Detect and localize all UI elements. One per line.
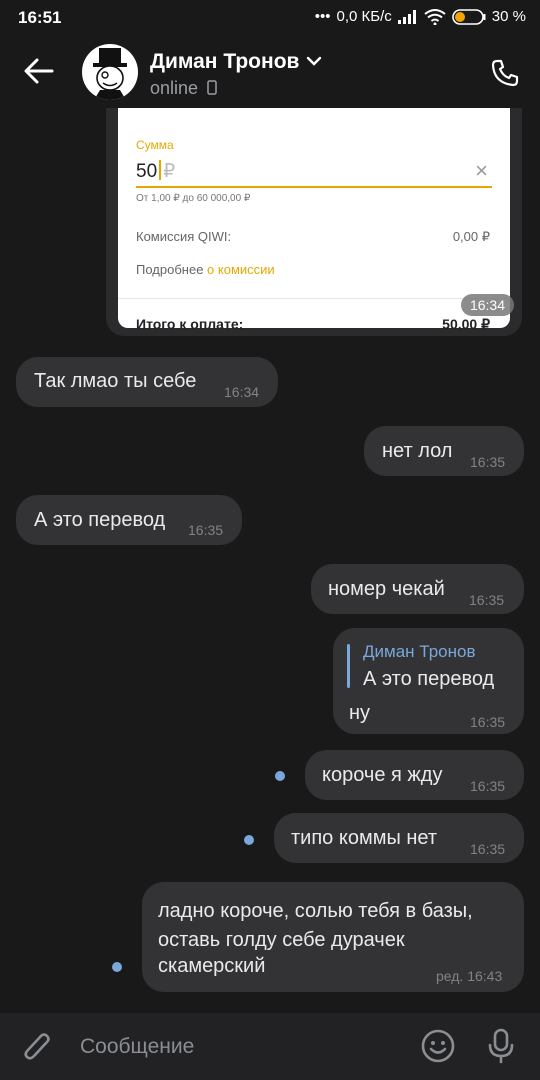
message-bubble-outgoing[interactable]: номер чекай 16:35 xyxy=(311,564,524,614)
message-input[interactable]: Сообщение xyxy=(80,1035,194,1059)
message-text: типо коммы нет xyxy=(291,827,438,849)
reply-quote: А это перевод xyxy=(363,668,495,690)
total-value: 50,00 ₽ xyxy=(442,316,490,332)
emoji-icon[interactable] xyxy=(420,1028,456,1064)
chat-title[interactable]: Диман Тронов xyxy=(150,50,299,74)
message-bubble-outgoing[interactable]: нет лол 16:35 xyxy=(364,426,524,476)
text-cursor xyxy=(159,160,162,180)
chat-header: Диман Тронов online xyxy=(0,36,540,108)
message-text: номер чекай xyxy=(328,578,445,600)
network-speed: 0,0 КБ/с xyxy=(336,8,392,25)
fee-label: Комиссия QIWI: xyxy=(136,229,232,244)
message-composer: Сообщение xyxy=(0,1013,540,1080)
image-message[interactable]: Сумма 50 ₽ × От 1,00 ₽ до 60 000,00 ₽ Ком… xyxy=(106,108,522,336)
phone-call-icon[interactable] xyxy=(490,58,520,88)
status-bar: 16:51 ••• 0,0 КБ/с 30 % xyxy=(0,0,540,36)
message-bubble-outgoing[interactable]: ладно короче, солью тебя в базы, оставь … xyxy=(142,882,524,992)
message-bubble-outgoing[interactable]: типо коммы нет 16:35 xyxy=(274,813,524,863)
amount-range: От 1,00 ₽ до 60 000,00 ₽ xyxy=(136,193,251,204)
unread-dot xyxy=(244,835,254,845)
message-text: нет лол xyxy=(382,440,453,462)
battery-icon xyxy=(451,8,486,25)
more-label: Подробнее xyxy=(136,262,204,277)
message-time: 16:35 xyxy=(188,522,224,538)
message-time: 16:35 xyxy=(470,454,506,470)
status-icons: ••• 0,0 КБ/с 30 % xyxy=(315,8,526,25)
message-bubble-incoming[interactable]: Так лмао ты себе 16:34 xyxy=(16,357,278,407)
mobile-icon xyxy=(207,80,217,95)
message-text: ну xyxy=(349,702,371,724)
battery-level: 30 % xyxy=(491,8,526,25)
message-text-line: оставь голду себе дурачек xyxy=(158,929,405,951)
status-time: 16:51 xyxy=(18,8,62,27)
message-text: Так лмао ты себе xyxy=(34,370,197,392)
message-time: 16:35 xyxy=(470,778,506,794)
total-label: Итого к оплате: xyxy=(136,316,244,332)
reply-author[interactable]: Диман Тронов xyxy=(363,642,475,662)
message-bubble-incoming[interactable]: А это перевод 16:35 xyxy=(16,495,242,545)
microphone-icon[interactable] xyxy=(486,1027,516,1065)
message-time: 16:35 xyxy=(470,841,506,857)
attach-icon[interactable] xyxy=(22,1029,54,1065)
amount-number: 50 xyxy=(136,161,158,182)
message-time: 16:35 xyxy=(469,592,505,608)
clear-icon: × xyxy=(475,158,488,183)
unread-dot xyxy=(275,771,285,781)
unread-dot xyxy=(112,962,122,972)
message-text: А это перевод xyxy=(34,509,166,531)
message-time: ред. 16:43 xyxy=(436,968,503,984)
message-text-line: ладно короче, солью тебя в базы, xyxy=(158,900,473,922)
message-time: 16:34 xyxy=(224,384,260,400)
message-text: короче я жду xyxy=(322,764,443,786)
message-bubble-reply[interactable]: Диман Тронов А это перевод ну 16:35 xyxy=(333,628,524,734)
message-text-line: скамерский xyxy=(158,955,266,977)
message-time: 16:35 xyxy=(470,714,506,730)
signal-icon xyxy=(397,9,416,24)
message-bubble-outgoing[interactable]: короче я жду 16:35 xyxy=(305,750,524,800)
amount-currency: ₽ xyxy=(163,161,176,182)
avatar[interactable] xyxy=(82,44,138,100)
amount-value: 50 ₽ xyxy=(136,160,175,183)
qiwi-screenshot: Сумма 50 ₽ × От 1,00 ₽ до 60 000,00 ₽ Ком… xyxy=(118,108,510,332)
avatar-image xyxy=(93,48,127,100)
online-status: online xyxy=(150,78,217,99)
fee-value: 0,00 ₽ xyxy=(452,229,490,244)
divider xyxy=(118,298,510,299)
wifi-icon xyxy=(424,8,446,25)
reply-bar xyxy=(347,644,350,688)
fee-link: о комиссии xyxy=(207,262,275,277)
chevron-down-icon[interactable] xyxy=(306,56,322,66)
image-time: 16:34 xyxy=(460,294,514,316)
online-status-text: online xyxy=(150,78,199,98)
sum-label: Сумма xyxy=(136,138,174,152)
input-underline xyxy=(136,186,492,188)
back-arrow-icon[interactable] xyxy=(22,56,56,86)
fee-details: Подробнее о комиссии xyxy=(136,262,275,277)
dots-icon: ••• xyxy=(314,8,331,25)
